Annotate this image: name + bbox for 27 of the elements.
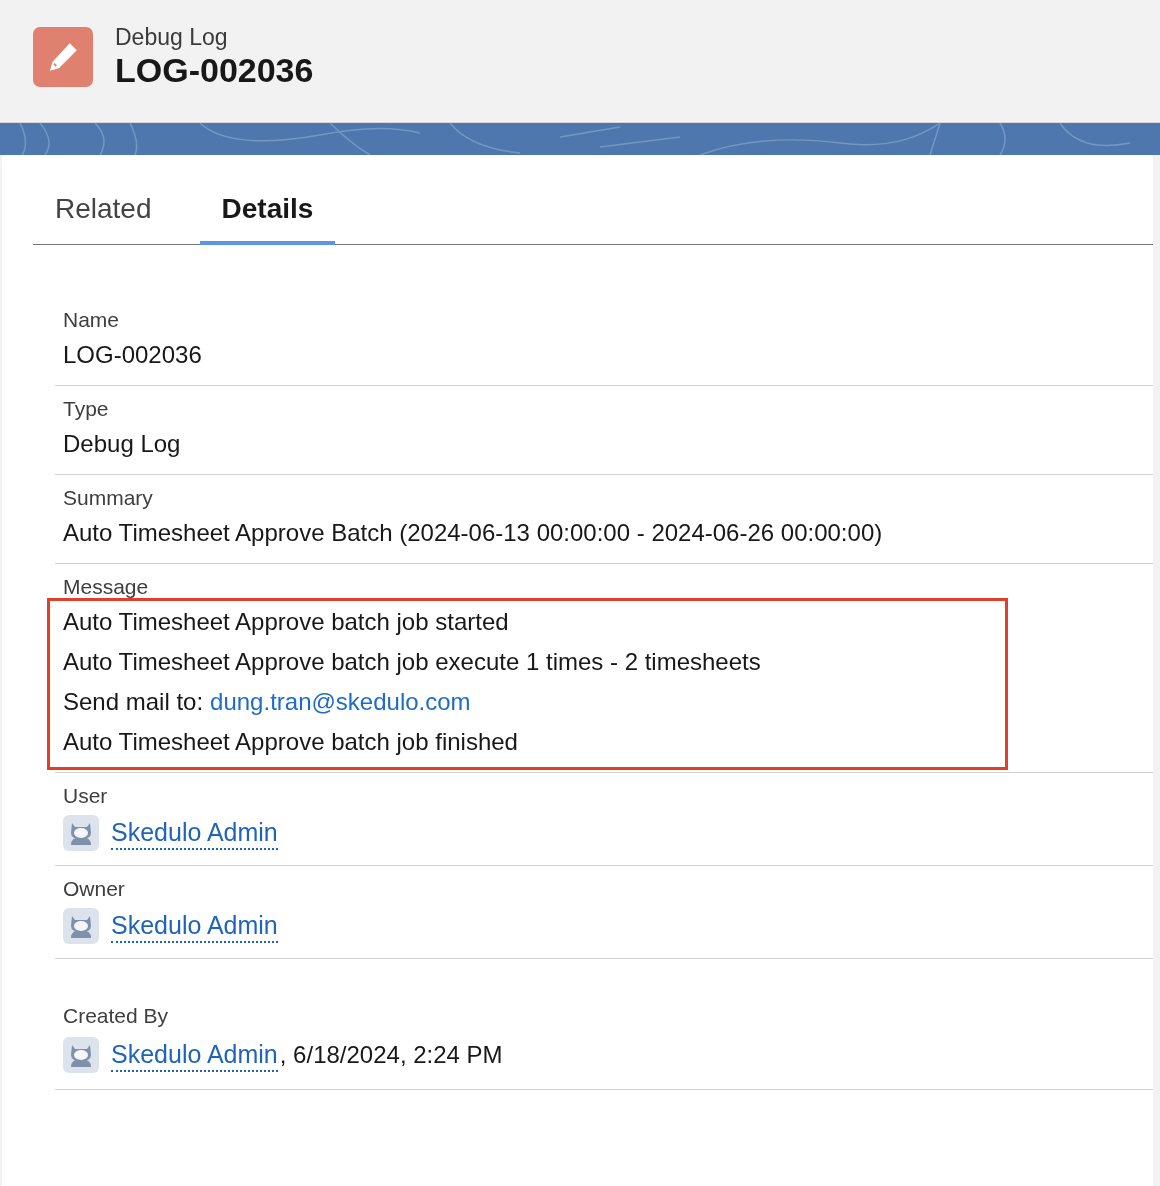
user-avatar-icon [63, 1037, 99, 1073]
field-label: Message [63, 574, 149, 600]
message-line: Auto Timesheet Approve batch job finished [63, 727, 518, 757]
field-label: Type [63, 396, 109, 422]
message-line: Auto Timesheet Approve batch job started [63, 607, 509, 637]
user-link[interactable]: Skedulo Admin [111, 1038, 278, 1072]
tab[interactable]: Related [33, 193, 174, 245]
field-label: Owner [63, 876, 125, 902]
field-label: Created By [63, 1003, 169, 1029]
field-value: Auto Timesheet Approve Batch (2024-06-13 00:00:00 - 2024-06-26 00:00:00) [63, 518, 883, 548]
field-label: User [63, 783, 108, 809]
user-avatar-icon [63, 815, 99, 851]
record-title: LOG-002036 [115, 51, 314, 90]
object-type: Debug Log [115, 24, 229, 51]
user-link[interactable]: Skedulo Admin [111, 909, 278, 943]
field-label: Name [63, 307, 120, 333]
user-avatar-icon [63, 908, 99, 944]
created-date: , 6/18/2024, 2:24 PM [279, 1040, 503, 1070]
field-label: Summary [63, 485, 153, 511]
field-value: Debug Log [63, 429, 181, 459]
user-link[interactable]: Skedulo Admin [111, 816, 278, 850]
pencil-icon [33, 27, 93, 87]
message-line: Auto Timesheet Approve batch job execute 1 times - 2 timesheets [63, 647, 761, 677]
tab[interactable]: Details [199, 193, 336, 245]
field-value: LOG-002036 [63, 340, 202, 370]
message-line: Send mail to: [63, 687, 204, 717]
email-link[interactable]: dung.tran@skedulo.com [210, 682, 471, 722]
